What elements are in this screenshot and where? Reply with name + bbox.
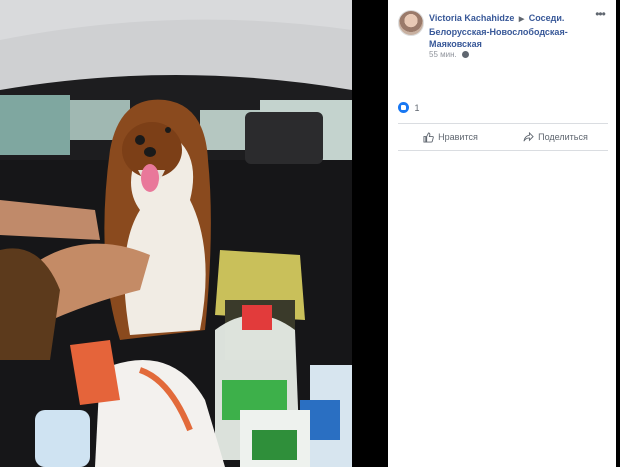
more-options-icon[interactable]: ••• xyxy=(592,8,608,22)
post-photo[interactable] xyxy=(0,0,352,467)
thumbs-up-icon xyxy=(423,131,434,143)
like-button-label: Нравится xyxy=(438,132,478,142)
share-arrow-icon xyxy=(523,131,534,141)
globe-icon xyxy=(461,51,469,58)
post-actions-bar: Нравится Поделиться xyxy=(398,123,608,151)
post-attribution: Victoria Kachahidze ▶ Соседи. Белорусска… xyxy=(429,12,589,50)
reaction-count: 1 xyxy=(414,103,420,113)
like-reaction-icon xyxy=(398,102,409,113)
post-header: Victoria Kachahidze ▶ Соседи. Белорусска… xyxy=(398,8,608,50)
author-name-link[interactable]: Victoria Kachahidze xyxy=(429,13,514,23)
photo-dog-in-car-trunk xyxy=(0,0,352,467)
post-timestamp[interactable]: 55 мин. xyxy=(429,50,457,59)
reactions-summary[interactable]: 1 xyxy=(398,102,420,113)
share-button[interactable]: Поделиться xyxy=(503,131,608,143)
post-sidebar: Victoria Kachahidze ▶ Соседи. Белорусска… xyxy=(388,0,616,467)
like-button[interactable]: Нравится xyxy=(398,131,503,143)
separator-arrow-icon: ▶ xyxy=(518,16,525,23)
author-avatar[interactable] xyxy=(398,10,424,36)
share-button-label: Поделиться xyxy=(538,132,588,142)
post-meta: 55 мин. xyxy=(429,50,469,59)
frame-border xyxy=(616,0,620,467)
